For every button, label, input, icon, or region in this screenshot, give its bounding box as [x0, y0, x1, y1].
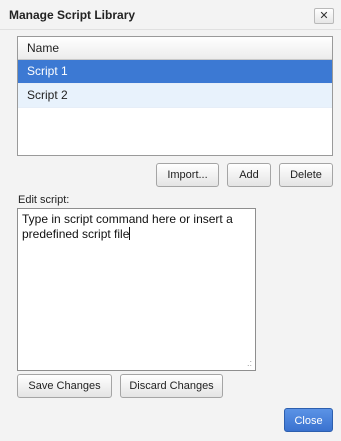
script-editor-text: Type in script command here or insert a … [22, 212, 233, 241]
add-button[interactable]: Add [227, 163, 271, 187]
import-button[interactable]: Import... [156, 163, 219, 187]
dialog-title: Manage Script Library [9, 8, 136, 22]
title-divider [0, 29, 341, 30]
script-list: Name Script 1 Script 2 [17, 36, 333, 156]
text-caret [129, 227, 131, 240]
list-header-name[interactable]: Name [18, 37, 332, 60]
list-item-script-1[interactable]: Script 1 [18, 60, 332, 84]
edit-script-label: Edit script: [18, 194, 70, 206]
manage-script-library-dialog: Manage Script Library ✕ Name Script 1 Sc… [0, 0, 341, 441]
discard-changes-button[interactable]: Discard Changes [120, 374, 223, 398]
save-changes-button[interactable]: Save Changes [17, 374, 112, 398]
list-item-script-2[interactable]: Script 2 [18, 84, 332, 108]
delete-button[interactable]: Delete [279, 163, 333, 187]
resize-grip-icon[interactable]: .: [247, 359, 252, 368]
close-icon[interactable]: ✕ [314, 8, 334, 24]
close-button[interactable]: Close [284, 408, 333, 432]
script-editor-textarea[interactable]: Type in script command here or insert a … [17, 208, 256, 371]
